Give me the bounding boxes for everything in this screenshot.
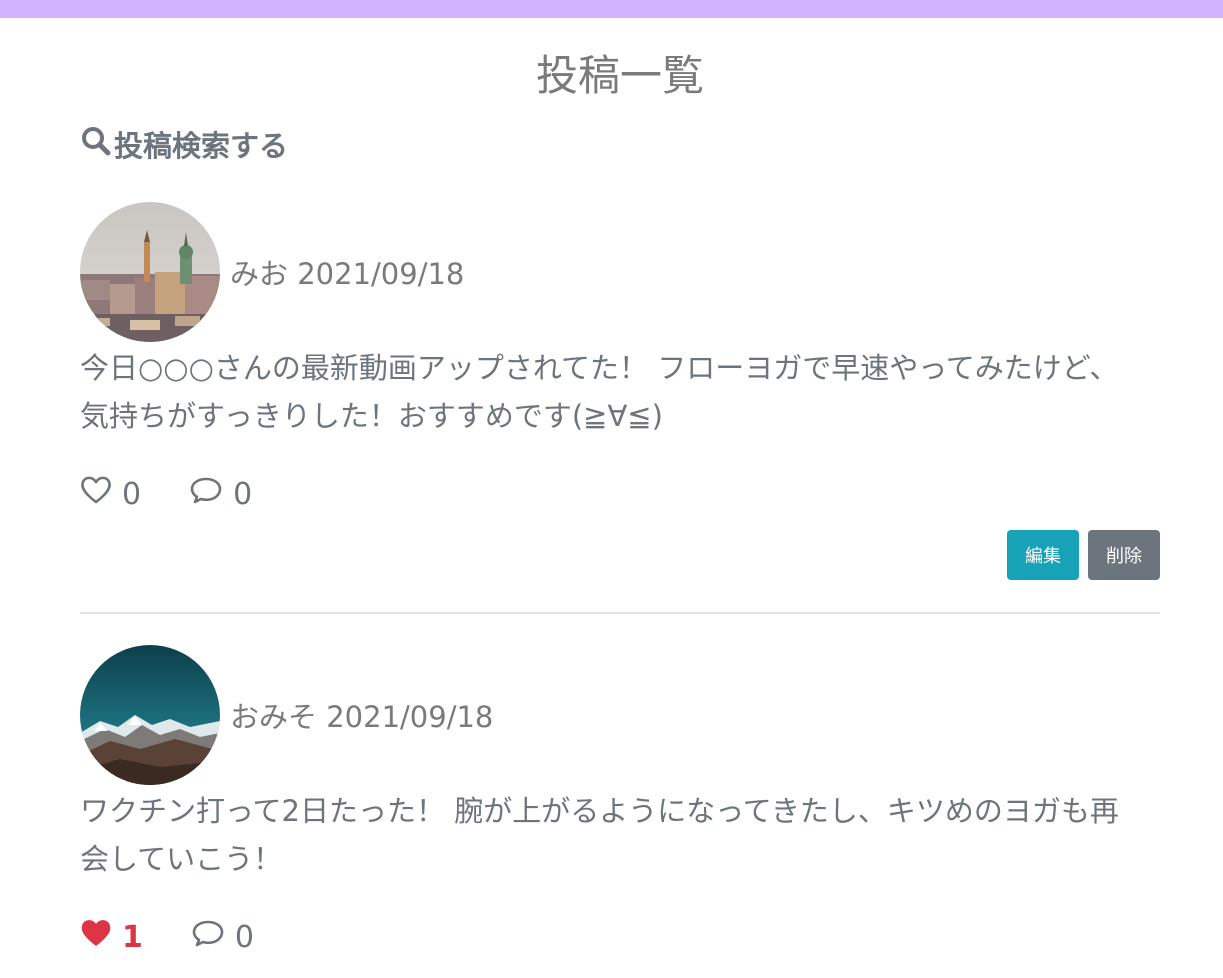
post-date: 2021/09/18 <box>326 700 494 734</box>
like-button[interactable]: 1 <box>80 918 143 956</box>
search-link-label: 投稿検索する <box>114 129 289 163</box>
heart-filled-icon <box>80 918 112 956</box>
edit-button[interactable]: 編集 <box>1007 530 1079 580</box>
delete-button[interactable]: 削除 <box>1088 530 1160 580</box>
chat-bubble-icon <box>191 918 225 956</box>
user-avatar[interactable] <box>80 202 220 342</box>
post-divider <box>80 612 1160 614</box>
comment-count: 0 <box>233 476 253 512</box>
comment-button[interactable]: 0 <box>191 918 254 956</box>
post-body[interactable]: ワクチン打って2日たった！ 腕が上がるようになってきたし、キツめのヨガも再会して… <box>80 787 1140 883</box>
post-meta: みお 2021/09/18 <box>230 251 464 293</box>
post-header: おみそ 2021/09/18 <box>80 645 1160 785</box>
heart-outline-icon <box>80 475 112 513</box>
post-actions: 1 0 <box>80 915 1160 959</box>
post-meta: おみそ 2021/09/18 <box>230 694 493 736</box>
post-date: 2021/09/18 <box>297 257 465 291</box>
chat-bubble-icon <box>189 475 223 513</box>
user-avatar[interactable] <box>80 645 220 785</box>
post-actions: 0 0 <box>80 472 1160 516</box>
main-container: 投稿一覧 投稿検索する みお 2021/09/18 今日○○○さんの最新動画アッ… <box>80 50 1160 959</box>
post-search-link[interactable]: 投稿検索する <box>80 124 288 164</box>
post-body[interactable]: 今日○○○さんの最新動画アップされてた！ フローヨガで早速やってみたけど、気持ち… <box>80 344 1140 440</box>
post-item: みお 2021/09/18 今日○○○さんの最新動画アップされてた！ フローヨガ… <box>80 202 1160 614</box>
page-title: 投稿一覧 <box>535 51 704 100</box>
like-button[interactable]: 0 <box>80 475 141 513</box>
post-username[interactable]: みお <box>230 257 288 291</box>
post-username[interactable]: おみそ <box>230 700 317 734</box>
post-header: みお 2021/09/18 <box>80 202 1160 342</box>
like-count: 1 <box>122 919 143 955</box>
post-item: おみそ 2021/09/18 ワクチン打って2日たった！ 腕が上がるようになって… <box>80 645 1160 959</box>
search-icon <box>80 125 114 164</box>
post-owner-buttons: 編集 削除 <box>80 530 1160 580</box>
top-accent-bar <box>0 0 1223 18</box>
comment-button[interactable]: 0 <box>189 475 252 513</box>
like-count: 0 <box>122 476 142 512</box>
comment-count: 0 <box>234 919 254 955</box>
